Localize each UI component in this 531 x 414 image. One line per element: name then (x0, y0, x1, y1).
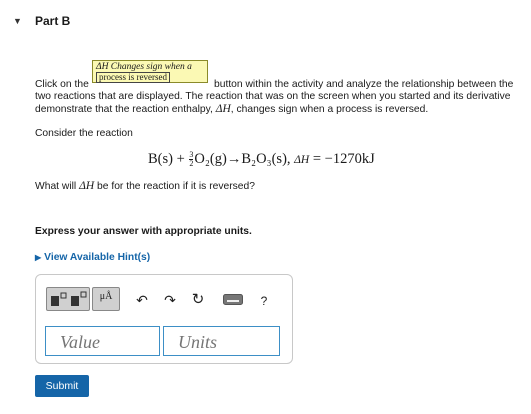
templates-icon (51, 291, 87, 306)
undo-icon[interactable]: ↶ (134, 293, 150, 307)
equation-lhs-part2: O₂(g)→B₂O₃(s), (194, 151, 291, 167)
keyboard-icon[interactable] (222, 293, 244, 308)
fraction-denominator: 2 (189, 159, 194, 169)
tip-button-line1: ΔH Changes sign when a (96, 62, 192, 72)
stoich-fraction: 32 (189, 151, 194, 169)
equation-dh-value: = −1270kJ (312, 151, 375, 167)
tip-button-line2: process is reversed (96, 72, 170, 83)
question-before: What will (35, 181, 77, 192)
templates-button[interactable] (46, 287, 90, 311)
answer-panel: μÅ ↶ ↷ ↻ ? (35, 274, 293, 364)
hint-link-label: View Available Hint(s) (44, 252, 151, 263)
intro-text-line2: two reactions that are displayed. The re… (35, 91, 511, 102)
intro-line3-before: demonstrate that the reaction enthalpy, (35, 104, 213, 115)
reset-icon[interactable]: ↻ (190, 292, 206, 307)
dh-sign-tip-button[interactable]: ΔH Changes sign when a process is revers… (92, 60, 208, 83)
reaction-equation: B(s) + 3 2 O₂(g)→B₂O₃(s), ΔH = −1270kJ (148, 151, 375, 168)
intro-text-line1-start: Click on the (35, 79, 89, 90)
submit-button[interactable]: Submit (35, 375, 89, 397)
intro-text-line1-end: button within the activity and analyze t… (214, 79, 514, 90)
question-after: be for the reaction if it is reversed? (97, 181, 255, 192)
units-input[interactable] (163, 326, 280, 356)
collapse-caret-icon[interactable]: ▼ (13, 16, 22, 26)
units-button[interactable]: μÅ (92, 287, 120, 311)
part-title: Part B (35, 14, 71, 28)
intro-line3-after: , changes sign when a process is reverse… (230, 104, 429, 115)
answer-instruction: Express your answer with appropriate uni… (35, 226, 252, 237)
consider-label: Consider the reaction (35, 128, 133, 139)
redo-icon[interactable]: ↷ (162, 293, 178, 307)
help-icon[interactable]: ? (257, 294, 271, 308)
keyboard-shape (223, 294, 243, 305)
enthalpy-symbol: ΔH (215, 103, 231, 115)
equation-dh-symbol: ΔH (294, 154, 310, 166)
hint-caret-icon: ▶ (35, 253, 42, 262)
question-text: What will ΔH be for the reaction if it i… (35, 180, 255, 192)
value-input[interactable] (45, 326, 160, 356)
question-dh-symbol: ΔH (79, 180, 95, 192)
view-hints-link[interactable]: ▶ View Available Hint(s) (35, 252, 150, 263)
intro-text-line3: demonstrate that the reaction enthalpy, … (35, 103, 428, 116)
equation-lhs-part1: B(s) + (148, 151, 185, 167)
